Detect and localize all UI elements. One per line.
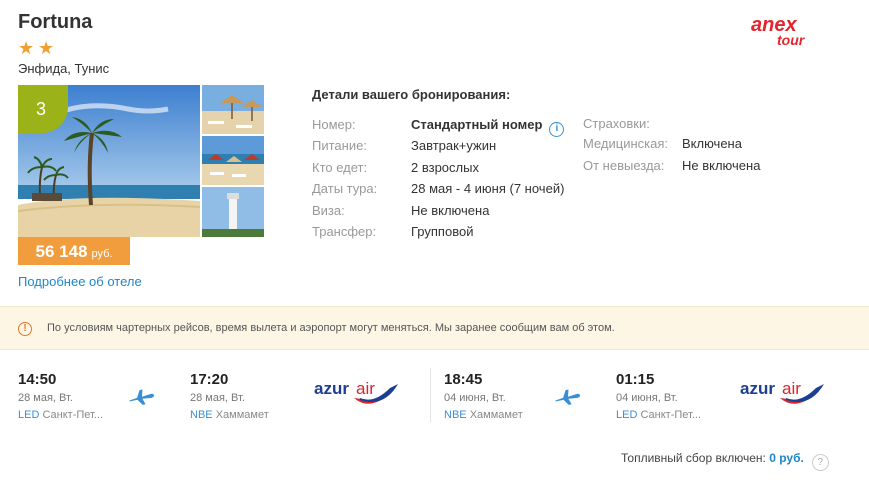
detail-label: Питание: [312, 138, 367, 153]
price-tag: 56 148 руб. [18, 237, 130, 265]
warning-icon: ! [18, 322, 32, 336]
detail-value-transfer: Групповой [411, 224, 473, 239]
flight-divider [430, 368, 431, 422]
insurance-title: Страховки: [583, 116, 650, 131]
meal-value: Завтрак+ужин [411, 138, 497, 153]
visa-value: Не включена [411, 203, 490, 218]
airline-name-a: azur [314, 379, 349, 398]
insurance-value-cancel: Не включена [682, 158, 760, 173]
airline-name-b: air [356, 379, 375, 398]
star-icon: ★ [18, 38, 35, 58]
flight-2-arrival-date: 04 июня, Вт. [616, 392, 678, 404]
airport-code: NBE [444, 409, 467, 421]
booking-details-title: Детали вашего бронирования: [312, 87, 511, 102]
hotel-details-link[interactable]: Подробнее об отеле [18, 274, 142, 289]
gallery-thumb[interactable] [202, 85, 264, 134]
hotel-gallery[interactable]: 3 [18, 85, 264, 237]
medical-value: Включена [682, 136, 742, 151]
flight-2-departure-date: 04 июня, Вт. [444, 392, 506, 404]
detail-value-travellers: 2 взрослых [411, 160, 479, 175]
flight-1-departure-time: 14:50 [18, 371, 57, 388]
airport-city: Хаммамет [469, 409, 523, 421]
insurance-label: Медицинская: [583, 136, 669, 151]
detail-label: Трансфер: [312, 224, 377, 239]
detail-row-visa: Виза: [312, 203, 345, 218]
airport-code: LED [18, 409, 40, 421]
flight-1-arrival-time: 17:20 [190, 371, 229, 388]
help-icon[interactable]: ? [811, 454, 829, 471]
flight-1-departure-airport: LED Санкт-Пет... [18, 409, 103, 421]
detail-label: Даты тура: [312, 181, 378, 196]
detail-label: Кто едет: [312, 160, 368, 175]
detail-row-dates: Даты тура: [312, 181, 377, 196]
insurance-value-medical: Включена [682, 136, 742, 151]
detail-row-travellers: Кто едет: [312, 160, 367, 175]
detail-row-room: Номер: [312, 117, 356, 132]
detail-value-room: Стандартный номер i [411, 117, 565, 137]
detail-value-meal: Завтрак+ужин [411, 138, 496, 153]
airport-code: LED [616, 409, 638, 421]
cancel-value: Не включена [682, 158, 761, 173]
gallery-thumb[interactable] [202, 136, 264, 185]
detail-value-visa: Не включена [411, 203, 489, 218]
fuel-fee: Топливный сбор включен: 0 руб.? [621, 451, 829, 471]
hotel-main-photo[interactable]: 3 [18, 85, 200, 237]
dates-value: 28 мая - 4 июня (7 ночей) [411, 181, 565, 196]
detail-value-dates: 28 мая - 4 июня (7 ночей) [411, 181, 564, 196]
flight-2-arrival-airport: LED Санкт-Пет... [616, 409, 701, 421]
insurance-label: От невыезда: [583, 158, 665, 173]
insurance-row-medical: Медицинская: [583, 136, 668, 151]
detail-label: Виза: [312, 203, 345, 218]
fuel-fee-label: Топливный сбор включен: [621, 451, 766, 465]
flight-2-departure-airport: NBE Хаммамет [444, 409, 523, 421]
hotel-name: Fortuna [18, 11, 93, 33]
detail-row-transfer: Трансфер: [312, 224, 376, 239]
price-currency: руб. [91, 248, 113, 260]
star-icon: ★ [38, 38, 55, 58]
airport-city: Санкт-Пет... [640, 409, 702, 421]
room-type-value: Стандартный номер [411, 117, 543, 132]
airline-name-b: air [782, 379, 801, 398]
azur-air-logo: azur air [740, 379, 824, 404]
fuel-fee-value: 0 руб. [769, 451, 804, 465]
plane-icon [129, 389, 154, 405]
transfer-value: Групповой [411, 224, 474, 239]
info-icon[interactable]: i [549, 122, 565, 137]
flight-2-departure-time: 18:45 [444, 371, 483, 388]
plane-icon [555, 389, 580, 405]
charter-notice: ! По условиям чартерных рейсов, время вы… [0, 306, 869, 350]
flight-1-arrival-date: 28 мая, Вт. [190, 392, 245, 404]
hotel-stars: ★ ★ [18, 38, 55, 58]
airport-city: Санкт-Пет... [42, 409, 104, 421]
airport-city: Хаммамет [215, 409, 269, 421]
anex-tour-logo: anex tour [751, 14, 806, 48]
hotel-location: Энфида, Тунис [18, 61, 110, 76]
flight-1-arrival-airport: NBE Хаммамет [190, 409, 269, 421]
detail-label: Номер: [312, 117, 356, 132]
flight-2-arrival-time: 01:15 [616, 371, 655, 388]
airport-code: NBE [190, 409, 213, 421]
travellers-value: 2 взрослых [411, 160, 479, 175]
detail-row-meal: Питание: [312, 138, 367, 153]
airline-name-a: azur [740, 379, 775, 398]
gallery-thumb[interactable] [202, 187, 264, 237]
insurance-row-cancel: От невыезда: [583, 158, 664, 173]
azur-air-logo: azur air [314, 379, 398, 404]
price-amount: 56 148 [35, 242, 88, 261]
logo-text-bottom: tour [777, 32, 806, 48]
notice-text: По условиям чартерных рейсов, время выле… [47, 322, 615, 334]
insurance-label: Страховки: [583, 116, 650, 131]
flight-1-departure-date: 28 мая, Вт. [18, 392, 73, 404]
